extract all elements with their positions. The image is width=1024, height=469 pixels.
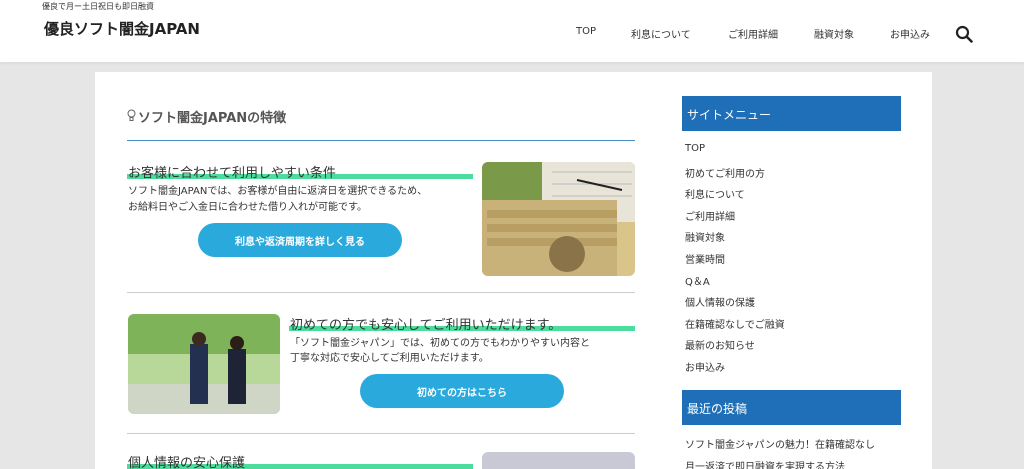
business-people-photo — [128, 314, 280, 414]
money-photo — [482, 162, 635, 276]
feature-text-line: ソフト闇金JAPANでは、お客様が自由に返済日を選択できるため、 — [128, 186, 428, 197]
interest-details-button[interactable]: 利息や返済周期を詳しく見る — [198, 223, 402, 257]
sidebar-item-loan-target[interactable]: 融資対象 — [685, 229, 725, 244]
nav-details[interactable]: ご利用詳細 — [728, 26, 778, 41]
nav-interest[interactable]: 利息について — [631, 26, 691, 41]
feature-title-flexible-terms: お客様に合わせて利用しやすい条件 — [128, 166, 336, 181]
sidebar-menu-title: サイトメニュー — [682, 96, 901, 131]
site-logo-title[interactable]: 優良ソフト闇金JAPAN — [44, 18, 200, 39]
sidebar-item-apply[interactable]: お申込み — [685, 359, 725, 374]
first-time-button[interactable]: 初めての方はこちら — [360, 374, 564, 408]
sidebar-item-privacy[interactable]: 個人情報の保護 — [685, 294, 755, 309]
lightbulb-icon — [127, 109, 136, 121]
section-title-underline — [127, 140, 635, 141]
feature-title-privacy: 個人情報の安心保護 — [128, 456, 246, 469]
sidebar-item-top[interactable]: TOP — [685, 143, 705, 154]
feature-title-first-time: 初めての方でも安心してご利用いただけます。 — [290, 318, 562, 333]
sidebar-item-hours[interactable]: 営業時間 — [685, 251, 725, 266]
nav-apply[interactable]: お申込み — [890, 26, 930, 41]
feature-text-line: 丁寧な対応で安心してご利用いただけます。 — [290, 353, 489, 364]
recent-post-link[interactable]: 月一返済で即日融資を実現する方法 — [685, 458, 845, 469]
site-header: 優良で月ー土日祝日も即日融資 優良ソフト闇金JAPAN TOP 利息について ご… — [0, 0, 1024, 62]
sidebar-item-news[interactable]: 最新のお知らせ — [685, 337, 755, 352]
sidebar-item-details[interactable]: ご利用詳細 — [685, 208, 735, 223]
feature-text-line: 「ソフト闇金ジャパン」では、初めての方でもわかりやすい内容と — [290, 338, 590, 349]
site-tagline: 優良で月ー土日祝日も即日融資 — [42, 2, 154, 11]
sidebar-item-no-verification[interactable]: 在籍確認なしでご融資 — [685, 316, 785, 331]
nav-loan-target[interactable]: 融資対象 — [814, 26, 854, 41]
search-icon[interactable] — [955, 25, 973, 43]
feature-divider — [127, 433, 635, 434]
sidebar-item-first-time[interactable]: 初めてご利用の方 — [685, 165, 765, 180]
section-title: ソフト闇金JAPANの特徴 — [138, 111, 287, 126]
nav-top[interactable]: TOP — [576, 26, 596, 37]
recent-post-link[interactable]: ソフト闇金ジャパンの魅力！在籍確認なし — [685, 436, 875, 451]
sidebar-item-interest[interactable]: 利息について — [685, 186, 745, 201]
privacy-photo — [482, 452, 635, 469]
sidebar-recent-title: 最近の投稿 — [682, 390, 901, 425]
feature-divider — [127, 292, 635, 293]
feature-text-line: お給料日やご入金日に合わせた借り入れが可能です。 — [128, 202, 367, 213]
sidebar-item-qa[interactable]: Q＆A — [685, 273, 710, 288]
